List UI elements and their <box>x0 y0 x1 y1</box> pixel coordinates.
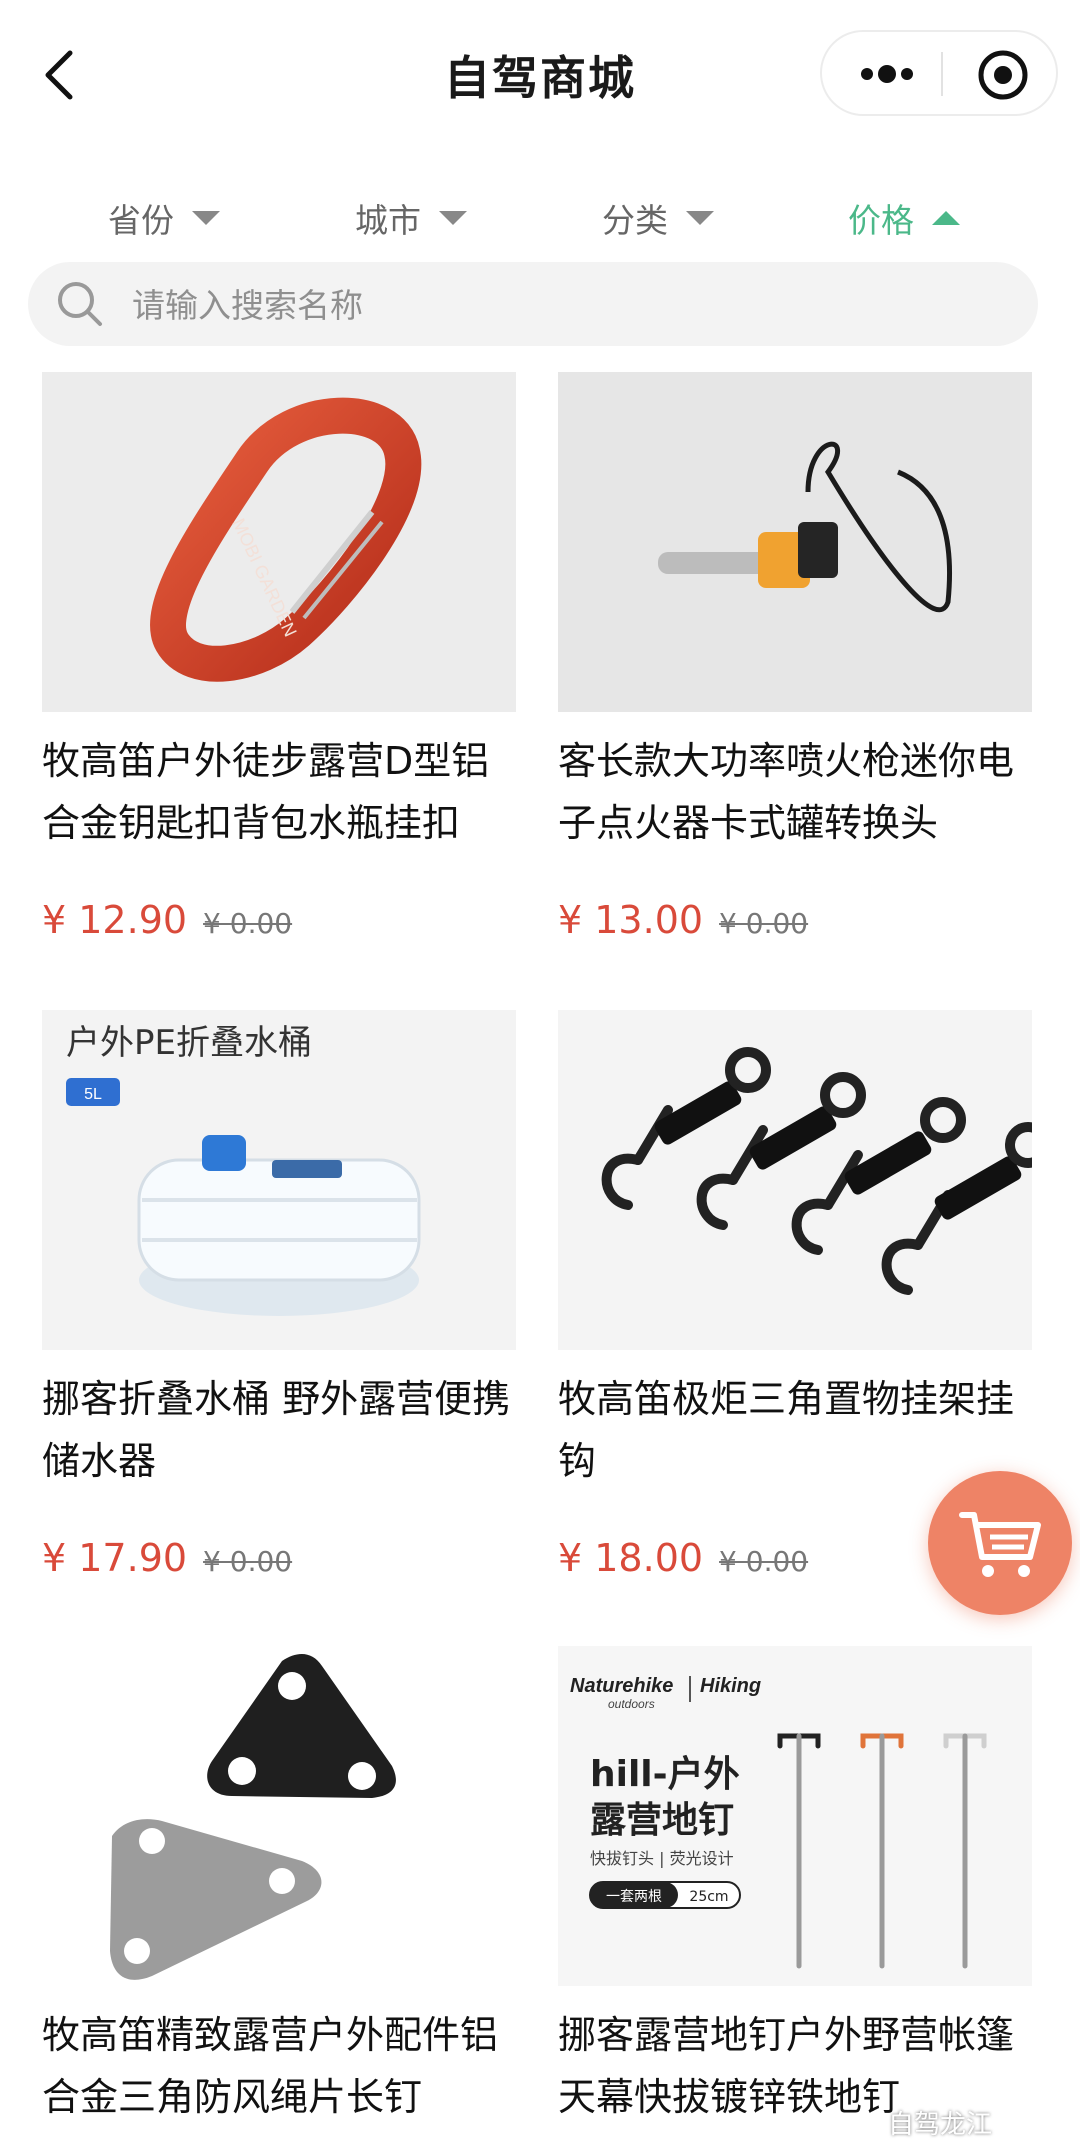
product-price: ¥ 18.00 <box>558 1536 704 1580</box>
search-icon <box>58 282 102 326</box>
product-name: 挪客折叠水桶 野外露营便携储水器 <box>42 1377 511 1483</box>
filter-price[interactable]: 价格 <box>848 188 960 248</box>
original-price: ¥ 0.00 <box>203 1545 293 1578</box>
image-pill1-text: 一套两根 <box>606 1889 662 1905</box>
product-card[interactable]: 户外PE折叠水桶 5L 挪客折叠水桶 野外露营便携储水器 ¥ 17.90 ¥ 0… <box>42 1010 516 1586</box>
product-image[interactable] <box>42 1646 516 1986</box>
filter-category-label: 分类 <box>602 201 668 240</box>
top-nav-bar: 自驾商城 <box>0 0 1080 150</box>
product-card[interactable]: 牧高笛精致露营户外配件铝合金三角防风绳片长钉 <box>42 1646 516 2128</box>
image-tag-text: Hiking <box>700 1675 761 1697</box>
fire-starter-image <box>658 441 952 613</box>
original-price: ¥ 0.00 <box>203 907 293 940</box>
carabiner-brand-text: MOBI GARDEN <box>228 515 300 639</box>
product-price: ¥ 12.90 <box>42 898 188 942</box>
product-card[interactable]: Naturehike outdoors Hiking hill-户外 露营地钉 … <box>558 1646 1032 2128</box>
filter-city-label: 城市 <box>355 201 421 240</box>
image-title1-text: hill-户外 <box>590 1754 740 1795</box>
filter-category[interactable]: 分类 <box>602 188 714 248</box>
product-image[interactable] <box>558 1010 1032 1350</box>
image-sub-text: 快拔钉头 | 荧光设计 <box>590 1849 734 1868</box>
filter-bar: 省份 城市 分类 价格 <box>0 188 1080 248</box>
product-price: ¥ 13.00 <box>558 898 704 942</box>
cart-button[interactable] <box>928 1471 1072 1615</box>
sort-up-arrow-icon <box>932 211 960 225</box>
dropdown-arrow-icon <box>439 211 467 225</box>
product-card[interactable]: MOBI GARDEN 牧高笛户外徒步露营D型铝合金钥匙扣背包水瓶挂扣 ¥ 12… <box>42 372 516 948</box>
triangle-plate-image <box>110 1654 396 1980</box>
product-image[interactable]: MOBI GARDEN <box>42 372 516 712</box>
filter-province-label: 省份 <box>108 201 174 240</box>
image-brand-sub-text: outdoors <box>608 1697 655 1711</box>
original-price: ¥ 0.00 <box>719 1545 809 1578</box>
close-miniprogram-icon[interactable] <box>977 49 1029 101</box>
mini-program-capsule <box>820 30 1058 116</box>
watermark-text: 自驾龙江 <box>888 2110 993 2140</box>
product-image[interactable]: 户外PE折叠水桶 5L <box>42 1010 516 1350</box>
image-title2-text: 露营地钉 <box>590 1800 734 1841</box>
product-name: 牧高笛户外徒步露营D型铝合金钥匙扣背包水瓶挂扣 <box>42 739 490 845</box>
hooks-image <box>601 1047 1032 1295</box>
image-title-text: 户外PE折叠水桶 <box>66 1023 312 1063</box>
carabiner-image: MOBI GARDEN <box>150 397 422 682</box>
original-price: ¥ 0.00 <box>719 907 809 940</box>
filter-province[interactable]: 省份 <box>108 188 220 248</box>
dropdown-arrow-icon <box>192 211 220 225</box>
capsule-divider <box>941 52 943 96</box>
product-price: ¥ 17.90 <box>42 1536 188 1580</box>
product-image[interactable]: Naturehike outdoors Hiking hill-户外 露营地钉 … <box>558 1646 1032 1986</box>
water-bucket-image: 户外PE折叠水桶 5L <box>66 1023 421 1316</box>
shopping-cart-icon <box>959 1512 1041 1577</box>
image-pill2-text: 25cm <box>689 1889 728 1905</box>
filter-city[interactable]: 城市 <box>355 188 467 248</box>
search-bar[interactable] <box>28 262 1038 348</box>
more-options-icon[interactable] <box>857 64 917 84</box>
search-input[interactable] <box>130 262 994 348</box>
product-image[interactable] <box>558 372 1032 712</box>
filter-price-label: 价格 <box>848 201 914 240</box>
product-name: 牧高笛极炬三角置物挂架挂钩 <box>558 1377 1015 1483</box>
tent-stake-image: Naturehike outdoors Hiking hill-户外 露营地钉 … <box>570 1675 987 1969</box>
product-name: 客长款大功率喷火枪迷你电子点火器卡式罐转换头 <box>558 739 1015 845</box>
dropdown-arrow-icon <box>686 211 714 225</box>
image-badge-text: 5L <box>84 1086 102 1103</box>
product-card[interactable]: 客长款大功率喷火枪迷你电子点火器卡式罐转换头 ¥ 13.00 ¥ 0.00 <box>558 372 1032 948</box>
image-brand-text: Naturehike <box>570 1675 673 1697</box>
product-name: 牧高笛精致露营户外配件铝合金三角防风绳片长钉 <box>42 2013 499 2119</box>
